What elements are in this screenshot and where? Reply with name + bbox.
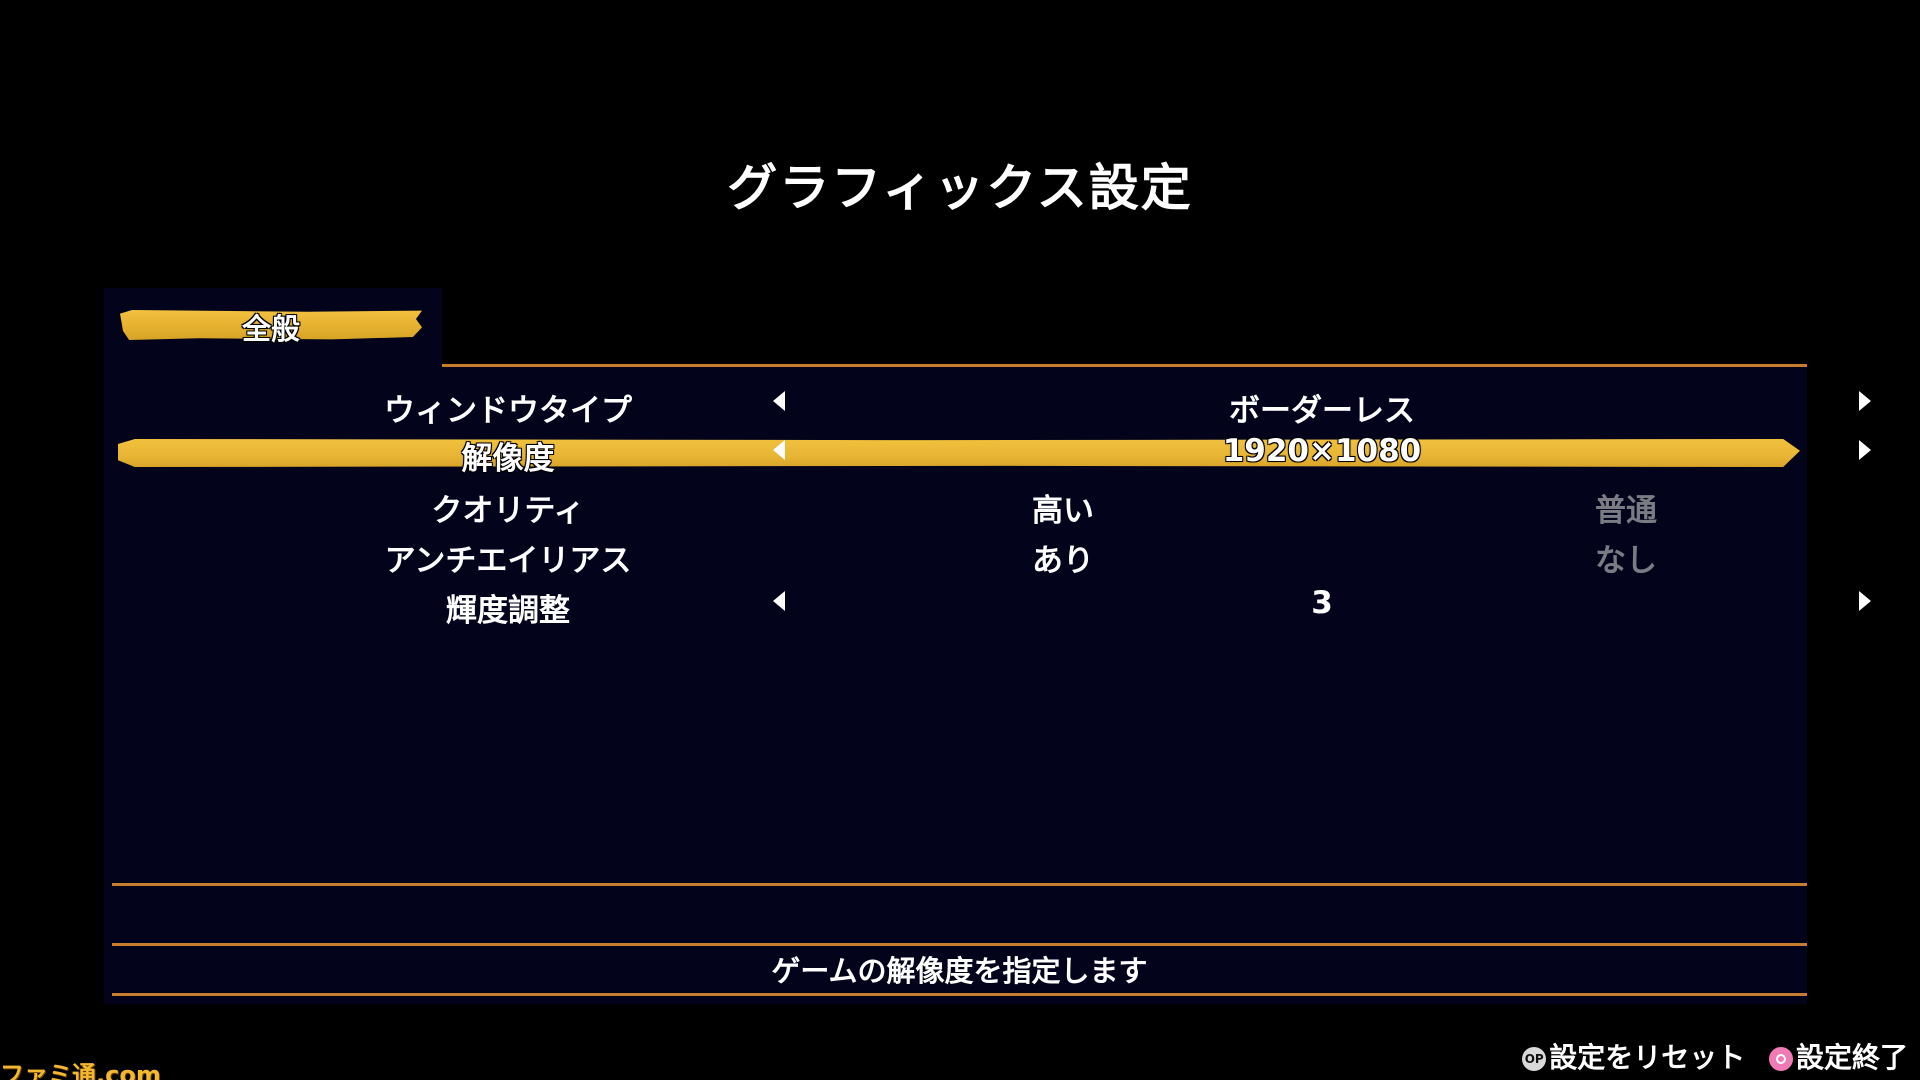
setting-row-anti-aliasing[interactable]: アンチエイリアス あり なし: [112, 529, 1807, 579]
setting-value: 3: [1311, 585, 1333, 621]
setting-label: 輝度調整: [446, 593, 570, 629]
arrow-right-icon[interactable]: [1859, 440, 1871, 460]
arrow-right-icon[interactable]: [1859, 591, 1871, 611]
settings-top-divider: [442, 364, 1807, 367]
page-title: グラフィックス設定: [727, 159, 1193, 217]
setting-description: ゲームの解像度を指定します: [771, 954, 1148, 988]
setting-label: クオリティ: [431, 493, 585, 529]
setting-value: ボーダーレス: [1229, 393, 1415, 429]
option-on[interactable]: あり: [913, 535, 1213, 580]
setting-value: 1920×1080: [1222, 433, 1422, 469]
setting-label: 解像度: [461, 441, 555, 477]
arrow-right-icon[interactable]: [1859, 391, 1871, 411]
setting-label: ウィンドウタイプ: [384, 393, 632, 429]
reset-settings-hint[interactable]: OP 設定をリセット: [1522, 1036, 1745, 1076]
description-bottom-divider: [112, 993, 1807, 996]
graphics-settings-screen: グラフィックス設定 全般 ウィンドウタイプ ボーダーレス 解像度 1920×10…: [0, 0, 1920, 1080]
settings-bottom-divider: [112, 883, 1807, 886]
circle-button-icon: [1768, 1047, 1793, 1071]
option-high[interactable]: 高い: [913, 485, 1213, 530]
options-button-icon: OP: [1522, 1047, 1547, 1071]
setting-row-resolution[interactable]: 解像度 1920×1080: [112, 428, 1871, 478]
exit-settings-label: 設定終了: [1795, 1041, 1908, 1074]
button-hints: OP 設定をリセット 設定終了: [1508, 1036, 1908, 1076]
setting-row-brightness[interactable]: 輝度調整 3: [112, 579, 1871, 629]
option-off[interactable]: なし: [1476, 535, 1776, 580]
tab-general[interactable]: 全般: [120, 306, 422, 348]
panel-top-cutout: [442, 288, 1807, 364]
watermark-logo: ファミ通.com: [0, 1061, 161, 1080]
setting-row-window-type[interactable]: ウィンドウタイプ ボーダーレス: [112, 379, 1871, 429]
description-top-divider: [112, 943, 1807, 946]
setting-label: アンチエイリアス: [384, 543, 632, 579]
reset-settings-label: 設定をリセット: [1549, 1041, 1746, 1074]
option-normal[interactable]: 普通: [1476, 485, 1776, 530]
setting-row-quality[interactable]: クオリティ 高い 普通: [112, 479, 1807, 529]
exit-settings-hint[interactable]: 設定終了: [1768, 1036, 1908, 1076]
